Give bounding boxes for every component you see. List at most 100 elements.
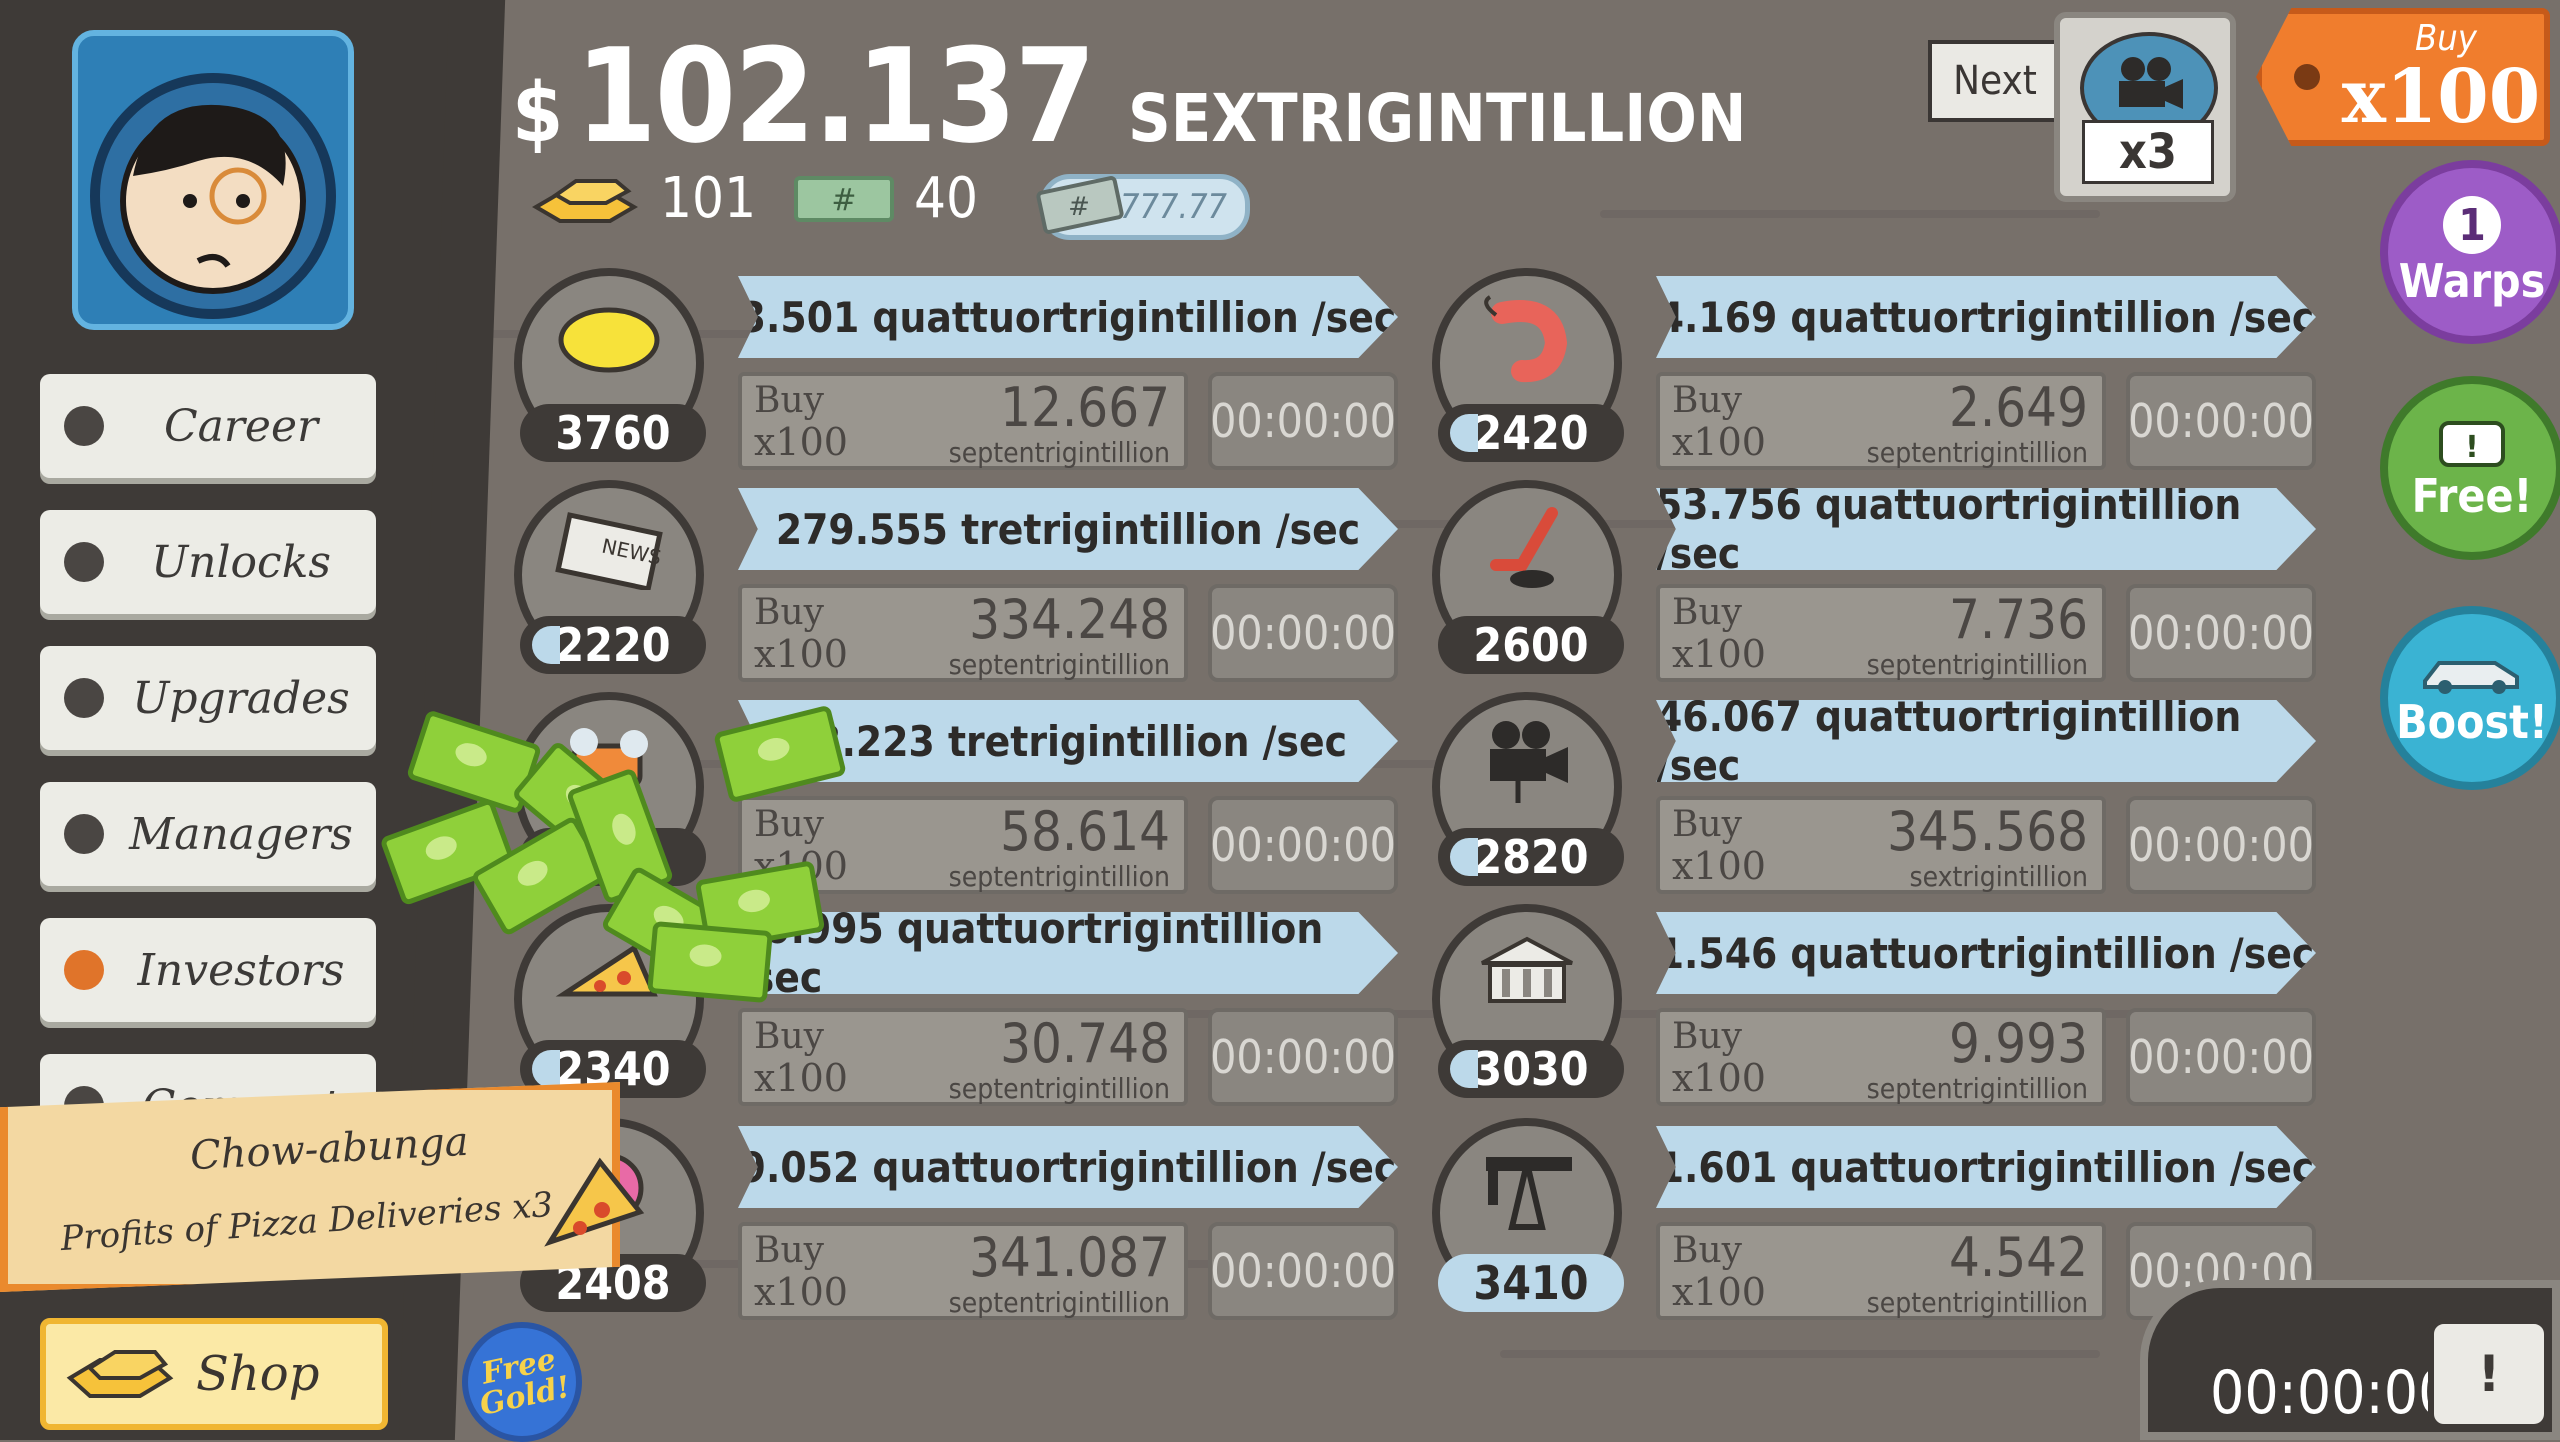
income-rate-bar[interactable]: 46.067 quattuortrigintillion /sec xyxy=(1656,700,2316,782)
status-dot xyxy=(64,814,104,854)
next-milestone-label: Next xyxy=(1928,40,2062,122)
tv-icon[interactable]: ! xyxy=(2428,1318,2550,1430)
gold-stat: 101 xyxy=(530,166,756,231)
owned-count: 3410 xyxy=(1438,1254,1624,1312)
progress-fill xyxy=(532,626,560,664)
warps-count: 1 xyxy=(2443,196,2501,254)
owned-count: 3030 xyxy=(1438,1040,1624,1098)
megabucks-count: 40 xyxy=(914,166,979,231)
income-rate-bar[interactable]: 9.052 quattuortrigintillion /sec xyxy=(738,1126,1398,1208)
nav-label: Unlocks xyxy=(151,536,331,588)
owned-count: 2220 xyxy=(520,616,706,674)
nav-label: Upgrades xyxy=(132,672,350,724)
gold-bars-icon xyxy=(532,178,638,223)
pizza-slice-icon xyxy=(544,1157,645,1247)
business-row-shrimp[interactable]: 2420 4.169 quattuortrigintillion /sec Bu… xyxy=(1432,268,2332,474)
business-row-hockey[interactable]: 2600 53.756 quattuortrigintillion /sec B… xyxy=(1432,480,2332,686)
cash-unit: SEXTRIGINTILLION xyxy=(1128,80,1747,157)
buy-mode-quantity: x100 xyxy=(2341,54,2541,140)
owned-count: 3760 xyxy=(520,404,706,462)
player-avatar[interactable] xyxy=(72,30,354,330)
income-rate-bar[interactable]: 4.169 quattuortrigintillion /sec xyxy=(1656,276,2316,358)
status-dot xyxy=(64,542,104,582)
next-milestone-box[interactable]: x3 xyxy=(2054,12,2236,202)
cycle-timer: 00:00:00 xyxy=(2126,1008,2316,1106)
status-dot xyxy=(64,406,104,446)
shop-label: Shop xyxy=(196,1346,320,1402)
currency-symbol: $ xyxy=(512,66,564,161)
svg-text:!: ! xyxy=(2465,430,2479,465)
next-milestone-multiplier: x3 xyxy=(2082,120,2214,184)
nav-investors-button[interactable]: Investors xyxy=(40,918,376,1022)
buy-button[interactable]: Buy x100 334.248 septentrigintillion xyxy=(738,584,1188,682)
shop-button[interactable]: Shop xyxy=(40,1318,388,1430)
megabucks-stat: # 40 xyxy=(794,166,978,231)
angel-bill-icon: # xyxy=(1036,176,1124,234)
cycle-timer: 00:00:00 xyxy=(1208,1222,1398,1320)
nav-label: Managers xyxy=(129,808,353,860)
cycle-timer: 00:00:00 xyxy=(2126,796,2316,894)
svg-text:#: # xyxy=(1068,192,1090,222)
income-rate-bar[interactable]: 53.756 quattuortrigintillion /sec xyxy=(1656,488,2316,570)
buy-quantity-toggle[interactable]: Buy x100 xyxy=(2256,8,2550,146)
achievement-toast[interactable]: Chow-abunga Profits of Pizza Deliveries … xyxy=(0,1082,645,1292)
cycle-timer: 00:00:00 xyxy=(2126,372,2316,470)
boost-button[interactable]: Boost! xyxy=(2380,606,2560,790)
cycle-timer: 00:00:00 xyxy=(1208,584,1398,682)
buy-button[interactable]: Buy x100 30.748 septentrigintillion xyxy=(738,1008,1188,1106)
nav-managers-button[interactable]: Managers xyxy=(40,782,376,886)
tv-icon: ! xyxy=(2439,421,2505,467)
buy-button[interactable]: Buy x100 341.087 septentrigintillion xyxy=(738,1222,1188,1320)
car-icon xyxy=(2423,661,2519,694)
progress-fill xyxy=(1450,838,1478,876)
progress-fill xyxy=(1450,414,1478,452)
tag-hole xyxy=(2294,64,2320,90)
warps-button[interactable]: 1 Warps xyxy=(2380,160,2560,344)
buy-button[interactable]: Buy x100 12.667 septentrigintillion xyxy=(738,372,1188,470)
angel-multiplier-badge[interactable]: # x777.77 xyxy=(1036,174,1250,240)
tv-ad-timer[interactable]: 00:00:00 ! xyxy=(2140,1240,2560,1440)
cash-bill-icon xyxy=(647,920,773,1004)
buy-button[interactable]: Buy x100 9.993 septentrigintillion xyxy=(1656,1008,2106,1106)
business-row-movie[interactable]: 2820 46.067 quattuortrigintillion /sec B… xyxy=(1432,692,2332,898)
free-tv-button[interactable]: ! Free! xyxy=(2380,376,2560,560)
progress-fill xyxy=(1450,1050,1478,1088)
free-gold-button[interactable]: Free Gold! xyxy=(462,1322,582,1442)
nav-label: Career xyxy=(163,400,319,452)
buy-button[interactable]: Buy x100 7.736 septentrigintillion xyxy=(1656,584,2106,682)
business-row-lemon[interactable]: 3760 3.501 quattuortrigintillion /sec Bu… xyxy=(514,268,1414,474)
nav-career-button[interactable]: Career xyxy=(40,374,376,478)
business-row-newspaper[interactable]: NEWS 2220 279.555 tretrigintillion /sec … xyxy=(514,480,1414,686)
cycle-timer: 00:00:00 xyxy=(2126,584,2316,682)
business-row-bank[interactable]: 3030 1.546 quattuortrigintillion /sec Bu… xyxy=(1432,904,2332,1110)
buy-button[interactable]: Buy x100 4.542 septentrigintillion xyxy=(1656,1222,2106,1320)
gold-count: 101 xyxy=(660,166,757,231)
nav-unlocks-button[interactable]: Unlocks xyxy=(40,510,376,614)
svg-text:#: # xyxy=(831,183,856,218)
income-rate-bar[interactable]: 3.501 quattuortrigintillion /sec xyxy=(738,276,1398,358)
income-rate-bar[interactable]: 279.555 tretrigintillion /sec xyxy=(738,488,1398,570)
buy-button[interactable]: Buy x100 345.568 sextrigintillion xyxy=(1656,796,2106,894)
free-label: Free! xyxy=(2411,469,2533,523)
income-rate-bar[interactable]: 1.546 quattuortrigintillion /sec xyxy=(1656,912,2316,994)
nav-upgrades-button[interactable]: Upgrades xyxy=(40,646,376,750)
cash-display: $ 102.137 SEXTRIGINTILLION xyxy=(512,20,1746,172)
status-dot xyxy=(64,678,104,718)
owned-count: 2420 xyxy=(1438,404,1624,462)
cash-amount: 102.137 xyxy=(575,20,1096,172)
nav-label: Investors xyxy=(137,944,345,996)
tv-timer-text: 00:00:00 xyxy=(2210,1358,2453,1428)
boost-label: Boost! xyxy=(2396,695,2548,749)
megabucks-icon: # xyxy=(794,175,894,222)
cycle-timer: 00:00:00 xyxy=(1208,796,1398,894)
owned-count: 2600 xyxy=(1438,616,1624,674)
free-gold-label: Free Gold! xyxy=(476,1341,574,1423)
income-rate-bar[interactable]: 1.601 quattuortrigintillion /sec xyxy=(1656,1126,2316,1208)
owned-count: 2820 xyxy=(1438,828,1624,886)
status-dot-active xyxy=(64,950,104,990)
svg-text:!: ! xyxy=(2478,1345,2501,1403)
buy-mode-label: Buy xyxy=(2415,18,2477,59)
income-rate-bar[interactable]: 10.995 quattuortrigintillion /sec xyxy=(738,912,1398,994)
buy-button[interactable]: Buy x100 2.649 septentrigintillion xyxy=(1656,372,2106,470)
gold-bar-icon xyxy=(66,1350,174,1398)
